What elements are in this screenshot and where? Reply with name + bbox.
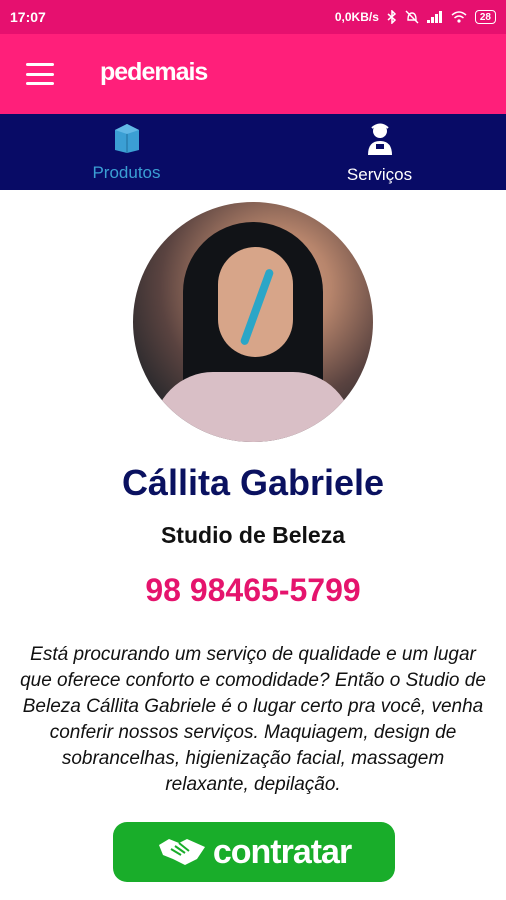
- profile-photo: [133, 202, 373, 442]
- brand-logo: pedemais: [100, 58, 208, 86]
- shopping-bag-icon: [112, 122, 142, 159]
- profile-name: Cállita Gabriele: [121, 462, 385, 503]
- signal-icon: [426, 11, 443, 23]
- phone-number[interactable]: 98 98465-5799: [0, 572, 506, 609]
- profile-subtitle: Studio de Beleza: [160, 522, 346, 548]
- contratar-button[interactable]: contratar: [113, 822, 395, 882]
- tab-label: Produtos: [92, 163, 161, 182]
- tab-bar: Produtos Serviços: [0, 114, 506, 190]
- status-time: 17:07: [10, 9, 46, 25]
- tab-produtos[interactable]: Produtos: [0, 114, 253, 190]
- app-bar: pedemais: [0, 34, 506, 114]
- profile-section: Cállita Gabriele Studio de Beleza 98 984…: [0, 190, 506, 900]
- handshake-icon: [157, 833, 207, 872]
- tab-label: Serviços: [346, 165, 413, 184]
- network-speed: 0,0KB/s: [334, 10, 379, 24]
- contratar-label: contratar: [212, 832, 352, 871]
- status-icons: 0,0KB/s 28: [335, 10, 496, 24]
- battery-indicator: 28: [474, 10, 496, 24]
- bluetooth-icon: [387, 10, 397, 24]
- do-not-disturb-icon: [405, 10, 419, 24]
- profile-description: Está procurando um serviço de qualidade …: [20, 644, 486, 795]
- tab-servicos[interactable]: Serviços: [253, 114, 506, 190]
- service-person-icon: [365, 122, 395, 161]
- hamburger-menu-icon[interactable]: [26, 63, 54, 85]
- wifi-icon: [451, 11, 467, 23]
- status-bar: 17:07 0,0KB/s 28: [0, 0, 506, 34]
